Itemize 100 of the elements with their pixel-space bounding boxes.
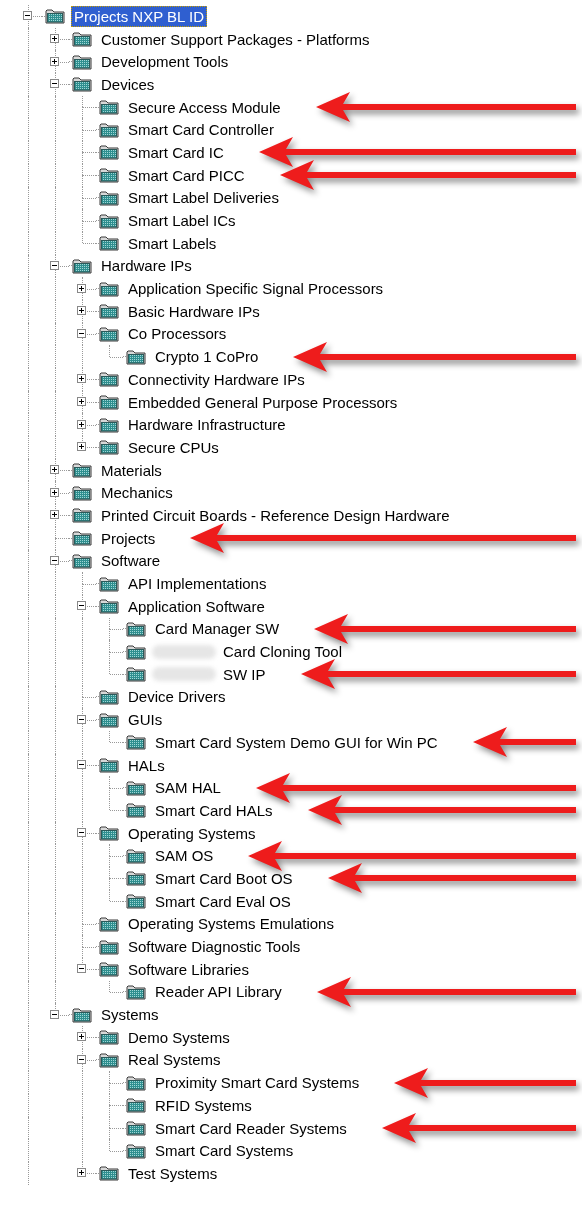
tree-item[interactable]: Smart Label Deliveries — [125, 187, 282, 209]
folder-icon — [99, 121, 119, 138]
collapse-toggle[interactable] — [77, 964, 86, 974]
tree-item[interactable]: Smart Card Systems — [152, 1140, 297, 1162]
expand-toggle[interactable] — [50, 510, 59, 520]
folder-icon — [72, 76, 92, 93]
collapse-toggle[interactable] — [77, 601, 86, 611]
folder-icon — [72, 31, 92, 48]
tree-item[interactable]: Smart Card Eval OS — [152, 890, 294, 912]
folder-icon — [72, 1006, 92, 1023]
expand-toggle[interactable] — [50, 465, 59, 475]
collapse-toggle[interactable] — [77, 714, 86, 724]
collapse-toggle[interactable] — [50, 1009, 59, 1019]
folder-icon — [99, 1029, 119, 1046]
tree-item[interactable]: Device Drivers — [125, 686, 229, 708]
expand-toggle[interactable] — [50, 34, 59, 44]
folder-icon — [72, 552, 92, 569]
collapse-toggle[interactable] — [50, 260, 59, 270]
folder-icon — [99, 189, 119, 206]
tree-item[interactable]: SAM OS — [152, 845, 217, 867]
tree-item[interactable]: Materials — [98, 459, 165, 481]
expand-toggle[interactable] — [77, 419, 86, 429]
tree-item[interactable]: Smart Card HALs — [152, 799, 276, 821]
tree-item[interactable]: SAM HAL — [152, 777, 224, 799]
tree-item[interactable]: Operating Systems Emulations — [125, 913, 337, 935]
folder-icon — [126, 983, 146, 1000]
tree-item[interactable]: Application Specific Signal Processors — [125, 278, 387, 300]
expand-toggle[interactable] — [77, 442, 86, 452]
tree-item[interactable]: API Implementations — [125, 573, 270, 595]
tree-item[interactable]: Devices — [98, 73, 158, 95]
tree-item[interactable]: Secure Access Module — [125, 96, 284, 118]
tree-item[interactable]: Smart Card Reader Systems — [152, 1117, 350, 1139]
folder-icon — [99, 416, 119, 433]
tree-item[interactable]: Test Systems — [125, 1162, 221, 1184]
tree-item[interactable]: Operating Systems — [125, 822, 259, 844]
tree-item[interactable]: Smart Card System Demo GUI for Win PC — [152, 731, 441, 753]
tree-item[interactable]: Smart Card Boot OS — [152, 867, 296, 889]
expand-toggle[interactable] — [50, 56, 59, 66]
collapse-toggle[interactable] — [77, 760, 86, 770]
tree-item[interactable]: Crypto 1 CoPro — [152, 346, 262, 368]
tree-item[interactable]: Hardware IPs — [98, 255, 195, 277]
tree-item[interactable]: Software Libraries — [125, 958, 252, 980]
tree-item[interactable]: Smart Card PICC — [125, 164, 248, 186]
tree-item[interactable]: Mechanics — [98, 482, 176, 504]
tree-item[interactable]: Smart Label ICs — [125, 210, 239, 232]
tree-item[interactable]: RFID Systems — [152, 1094, 255, 1116]
tree-item[interactable]: Reader API Library — [152, 981, 285, 1003]
tree-item[interactable]: SW IP — [220, 663, 269, 685]
folder-icon — [72, 507, 92, 524]
collapse-toggle[interactable] — [23, 11, 32, 21]
expand-toggle[interactable] — [77, 374, 86, 384]
tree-item[interactable]: Real Systems — [125, 1049, 224, 1071]
tree-item[interactable]: Software — [98, 550, 164, 572]
folder-icon — [126, 847, 146, 864]
folder-icon — [99, 167, 119, 184]
tree-item[interactable]: Smart Card Controller — [125, 119, 277, 141]
expand-toggle[interactable] — [77, 1168, 86, 1178]
tree-item[interactable]: Demo Systems — [125, 1026, 233, 1048]
tree-item[interactable]: Development Tools — [98, 51, 232, 73]
tree-item[interactable]: Smart Card IC — [125, 141, 227, 163]
collapse-toggle[interactable] — [50, 555, 59, 565]
folder-icon — [99, 303, 119, 320]
tree-item[interactable]: Smart Labels — [125, 232, 220, 254]
folder-icon — [72, 257, 92, 274]
expand-toggle[interactable] — [77, 283, 86, 293]
folder-icon — [99, 371, 119, 388]
expand-toggle[interactable] — [77, 306, 86, 316]
tree-item[interactable]: Software Diagnostic Tools — [125, 936, 304, 958]
tree-item[interactable]: Projects — [98, 527, 159, 549]
folder-icon — [99, 144, 119, 161]
tree-item[interactable]: Printed Circuit Boards - Reference Design Hardware — [98, 504, 453, 526]
expand-toggle[interactable] — [50, 487, 59, 497]
expand-toggle[interactable] — [77, 1032, 86, 1042]
tree-item[interactable]: Systems — [98, 1004, 162, 1026]
folder-icon — [99, 575, 119, 592]
collapse-toggle[interactable] — [77, 828, 86, 838]
tree-item[interactable]: Customer Support Packages - Platforms — [98, 28, 373, 50]
collapse-toggle[interactable] — [77, 328, 86, 338]
tree-item[interactable]: Basic Hardware IPs — [125, 300, 263, 322]
tree-item[interactable]: Proximity Smart Card Systems — [152, 1072, 363, 1094]
tree-item[interactable]: Projects NXP BL ID — [71, 5, 208, 27]
folder-icon — [99, 1051, 119, 1068]
folder-icon — [45, 8, 65, 25]
tree-item[interactable]: GUIs — [125, 709, 166, 731]
tree-item[interactable]: Connectivity Hardware IPs — [125, 368, 308, 390]
folder-icon — [126, 620, 146, 637]
collapse-toggle[interactable] — [77, 1054, 86, 1064]
collapse-toggle[interactable] — [50, 79, 59, 89]
tree-item[interactable]: Application Software — [125, 595, 268, 617]
tree-item[interactable]: Card Manager SW — [152, 618, 283, 640]
folder-icon — [99, 688, 119, 705]
tree-item[interactable]: Co Processors — [125, 323, 230, 345]
tree-item[interactable]: Secure CPUs — [125, 436, 222, 458]
folder-icon — [126, 1074, 146, 1091]
tree-item[interactable]: Embedded General Purpose Processors — [125, 391, 401, 413]
tree-item[interactable]: HALs — [125, 754, 168, 776]
tree-item[interactable]: Hardware Infrastructure — [125, 414, 289, 436]
tree-item[interactable]: Card Cloning Tool — [220, 641, 345, 663]
folder-icon — [99, 825, 119, 842]
expand-toggle[interactable] — [77, 397, 86, 407]
